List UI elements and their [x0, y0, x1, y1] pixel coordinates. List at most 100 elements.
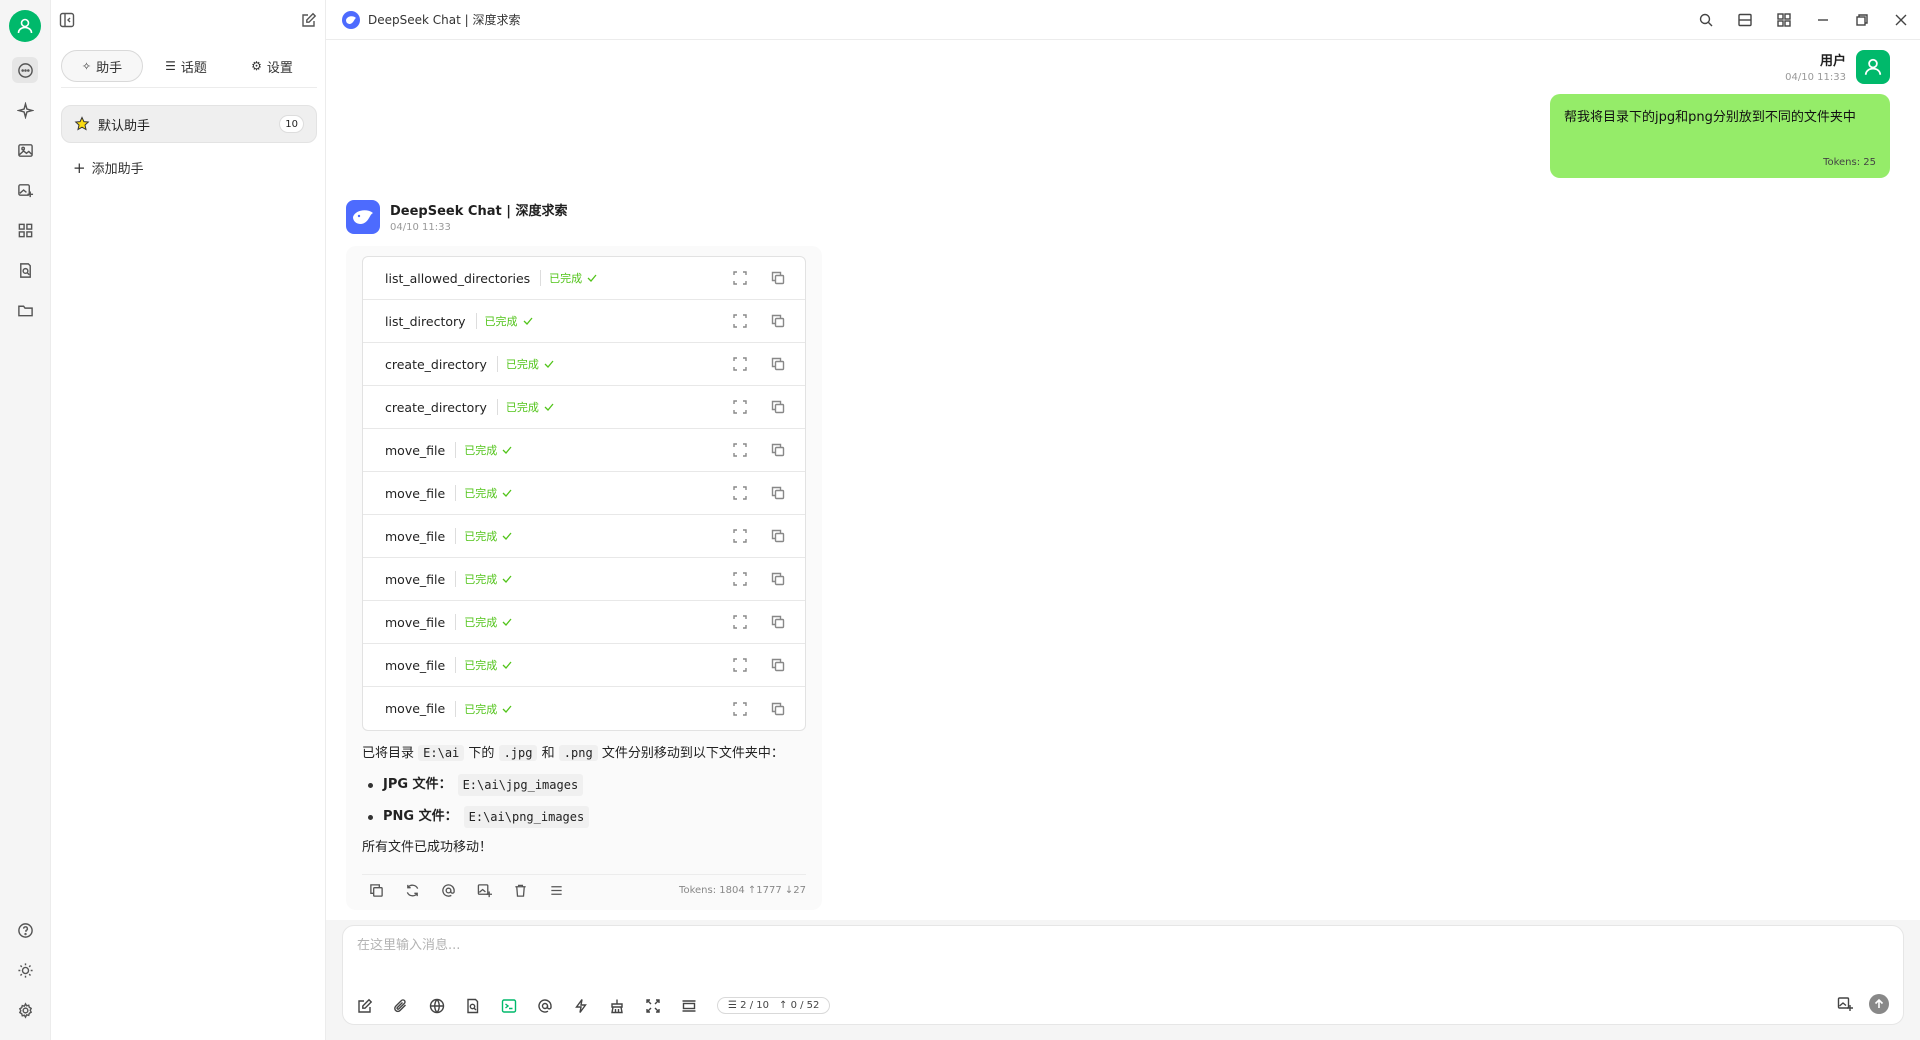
- expand-icon[interactable]: [733, 357, 747, 371]
- tool-name: move_file: [385, 442, 446, 458]
- layout-toggle-button[interactable]: [1725, 0, 1764, 40]
- apps-button[interactable]: [1764, 0, 1803, 40]
- minimize-button[interactable]: [1803, 0, 1842, 40]
- new-chat-icon[interactable]: [301, 12, 317, 28]
- panel-tabs: ✧ 助手 ☰ 话题 ⚙ 设置: [61, 50, 317, 88]
- answer-body: 已将目录 E:\ai 下的 .jpg 和 .png 文件分别移动到以下文件夹中：…: [362, 743, 806, 858]
- globe-icon[interactable]: [429, 998, 445, 1014]
- tool-name: move_file: [385, 571, 446, 587]
- restore-button[interactable]: [1842, 0, 1881, 40]
- split-layout-icon: [1737, 13, 1752, 27]
- image-add-icon: [17, 183, 33, 197]
- copy-icon[interactable]: [771, 271, 785, 285]
- tool-name: list_directory: [385, 313, 466, 329]
- message-input[interactable]: [357, 938, 1157, 953]
- lightning-icon[interactable]: [573, 998, 589, 1014]
- status-label: 已完成: [464, 616, 498, 629]
- tool-call-row[interactable]: create_directory 已完成: [363, 343, 805, 386]
- translate-icon[interactable]: [1837, 996, 1853, 1012]
- chat-nav-button[interactable]: [12, 57, 38, 83]
- theme-toggle-button[interactable]: [12, 957, 38, 983]
- apps-nav-button[interactable]: [12, 217, 38, 243]
- terminal-icon[interactable]: [501, 998, 517, 1014]
- tool-call-row[interactable]: move_file 已完成: [363, 687, 805, 730]
- new-topic-icon[interactable]: [357, 998, 373, 1014]
- copy-icon[interactable]: [771, 357, 785, 371]
- copy-icon[interactable]: [771, 400, 785, 414]
- copy-icon[interactable]: [771, 572, 785, 586]
- deepseek-avatar: [346, 200, 380, 234]
- expand-icon[interactable]: [733, 314, 747, 328]
- tool-call-row[interactable]: move_file 已完成: [363, 515, 805, 558]
- expand-icon[interactable]: [733, 443, 747, 457]
- translate-nav-button[interactable]: [12, 177, 38, 203]
- agents-nav-button[interactable]: [12, 97, 38, 123]
- close-button[interactable]: [1881, 0, 1920, 40]
- tab-settings[interactable]: ⚙ 设置: [229, 50, 315, 82]
- copy-icon[interactable]: [771, 529, 785, 543]
- menu-icon[interactable]: [549, 883, 564, 898]
- user-avatar: [1856, 50, 1890, 84]
- search-button[interactable]: [1686, 0, 1725, 40]
- expand-icon[interactable]: [733, 658, 747, 672]
- add-assistant-button[interactable]: + 添加助手: [73, 158, 144, 178]
- expand-icon[interactable]: [733, 486, 747, 500]
- copy-icon[interactable]: [771, 615, 785, 629]
- mention-icon[interactable]: [537, 998, 553, 1014]
- files-nav-button[interactable]: [12, 297, 38, 323]
- copy-icon[interactable]: [771, 702, 785, 716]
- broom-icon[interactable]: [609, 998, 625, 1014]
- settings-nav-button[interactable]: [12, 997, 38, 1023]
- tool-call-row[interactable]: list_directory 已完成: [363, 300, 805, 343]
- knowledge-nav-button[interactable]: [12, 257, 38, 283]
- assistant-item-default[interactable]: 默认助手 10: [61, 105, 317, 143]
- tab-assistants[interactable]: ✧ 助手: [61, 50, 143, 82]
- expand-icon[interactable]: [733, 572, 747, 586]
- context-token-counter[interactable]: ☰ 2 / 10 ↑ 0 / 52: [717, 997, 831, 1014]
- chat-area: 用户 04/10 11:33 帮我将目录下的jpg和png分别放到不同的文件夹中…: [326, 40, 1920, 920]
- paperclip-icon[interactable]: [393, 998, 409, 1014]
- tool-call-row[interactable]: move_file 已完成: [363, 601, 805, 644]
- context-clear-icon[interactable]: [681, 998, 697, 1014]
- tool-call-row[interactable]: move_file 已完成: [363, 472, 805, 515]
- copy-icon[interactable]: [771, 314, 785, 328]
- copy-icon[interactable]: [771, 486, 785, 500]
- trash-icon[interactable]: [513, 883, 528, 898]
- tool-status: 已完成: [455, 571, 512, 587]
- copy-icon[interactable]: [369, 883, 384, 898]
- tool-call-row[interactable]: move_file 已完成: [363, 644, 805, 687]
- check-icon: [587, 274, 597, 282]
- copy-icon[interactable]: [771, 443, 785, 457]
- tab-topics[interactable]: ☰ 话题: [143, 50, 229, 82]
- status-label: 已完成: [464, 444, 498, 457]
- regenerate-icon[interactable]: [405, 883, 420, 898]
- expand-icon[interactable]: [733, 400, 747, 414]
- sidebar-toggle-icon[interactable]: [59, 12, 75, 28]
- tool-call-row[interactable]: move_file 已完成: [363, 429, 805, 472]
- knowledge-base-icon[interactable]: [465, 998, 481, 1014]
- expand-icon[interactable]: [733, 701, 747, 716]
- tool-call-row[interactable]: create_directory 已完成: [363, 386, 805, 429]
- expand-icon[interactable]: [733, 271, 747, 285]
- image-icon: [17, 143, 33, 157]
- translate-icon[interactable]: [477, 883, 492, 898]
- user-avatar[interactable]: [9, 10, 41, 42]
- paintings-nav-button[interactable]: [12, 137, 38, 163]
- help-button[interactable]: [12, 917, 38, 943]
- tab-label: 话题: [180, 60, 207, 76]
- mention-icon[interactable]: [441, 883, 456, 898]
- composer-toolbar: ☰ 2 / 10 ↑ 0 / 52: [357, 997, 831, 1014]
- context-count: 2 / 10: [740, 1000, 769, 1011]
- expand-icon[interactable]: [645, 998, 661, 1014]
- answer-text: 已将目录: [362, 746, 415, 761]
- tool-call-row[interactable]: move_file 已完成: [363, 558, 805, 601]
- status-label: 已完成: [464, 573, 498, 586]
- message-actions-bar: Tokens: 1804 ↑1777 ↓27: [362, 874, 806, 906]
- tool-call-row[interactable]: list_allowed_directories 已完成: [363, 257, 805, 300]
- tool-name: move_file: [385, 701, 446, 716]
- send-button[interactable]: [1869, 994, 1889, 1014]
- copy-icon[interactable]: [771, 658, 785, 672]
- expand-icon[interactable]: [733, 615, 747, 629]
- window-controls: [1686, 0, 1920, 40]
- expand-icon[interactable]: [733, 529, 747, 543]
